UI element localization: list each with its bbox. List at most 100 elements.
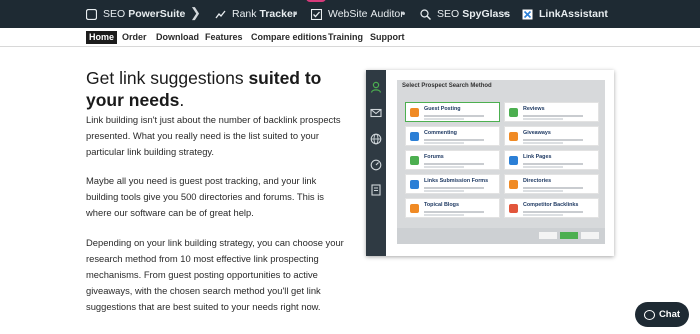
secondary-nav: Home Order Download Features Compare edi… [0, 28, 700, 47]
chat-bubble-icon [643, 309, 655, 320]
method-label: Reviews [523, 106, 545, 112]
method-description-line [523, 214, 563, 216]
product-prefix: Rank [232, 8, 257, 20]
product-prefix: SEO [103, 8, 126, 20]
topical-blogs-icon [410, 204, 419, 213]
product-name: Auditor [370, 8, 404, 20]
chevron-right-icon: ❯ [190, 5, 201, 20]
method-card[interactable]: Guest Posting [405, 102, 500, 122]
product-website-auditor[interactable]: WebSite Auditor [310, 0, 404, 28]
method-description-line [424, 118, 464, 120]
nav-features[interactable]: Features [202, 31, 246, 44]
reviews-icon [509, 108, 518, 117]
directories-icon [509, 180, 518, 189]
separator-dot [402, 12, 405, 15]
method-card[interactable]: Topical Blogs [405, 198, 500, 218]
next-button[interactable] [560, 232, 578, 239]
link-pages-icon [509, 156, 518, 165]
app-sidebar [366, 70, 386, 256]
method-card[interactable]: Commenting [405, 126, 500, 146]
product-link-assistant[interactable]: LinkAssistant [522, 0, 608, 28]
giveaways-icon [509, 132, 518, 141]
submission-forms-icon [410, 180, 419, 189]
method-description-line [523, 166, 563, 168]
headline-end: . [179, 90, 185, 110]
nav-support[interactable]: Support [367, 31, 408, 44]
method-description-line [523, 139, 583, 141]
method-description-line [424, 187, 484, 189]
nav-compare-editions[interactable]: Compare editions [248, 31, 330, 44]
method-label: Link Pages [523, 154, 552, 160]
nav-order[interactable]: Order [119, 31, 150, 44]
nav-home[interactable]: Home [86, 31, 118, 44]
method-description-line [523, 211, 583, 213]
method-label: Commenting [424, 130, 457, 136]
commenting-icon [410, 132, 419, 141]
nav-download[interactable]: Download [153, 31, 202, 44]
method-label: Guest Posting [424, 106, 461, 112]
method-description-line [424, 142, 464, 144]
method-description-line [523, 190, 563, 192]
product-name: LinkAssistant [539, 8, 608, 20]
method-description-line [424, 139, 484, 141]
method-description-line [523, 163, 583, 165]
powersuite-logo-icon [85, 8, 98, 20]
method-card[interactable]: Reviews [504, 102, 599, 122]
method-label: Topical Blogs [424, 202, 459, 208]
cancel-button[interactable] [581, 232, 599, 239]
headline-normal: Get link suggestions [86, 68, 249, 88]
method-label: Links Submission Forms [424, 178, 489, 184]
checkbox-icon [310, 8, 323, 20]
method-description-line [424, 211, 484, 213]
method-card[interactable]: Directories [504, 174, 599, 194]
product-name: Tracker [259, 8, 297, 20]
method-description-line [424, 214, 464, 216]
gauge-icon [370, 158, 382, 171]
separator-dot [294, 12, 297, 15]
method-description-line [424, 115, 484, 117]
method-label: Giveaways [523, 130, 551, 136]
page-headline: Get link suggestions suited to your need… [86, 67, 346, 111]
competitor-backlinks-icon [509, 204, 518, 213]
product-seo-powersuite[interactable]: SEO PowerSuite [85, 0, 186, 28]
intro-paragraph: Link building isn't just about the numbe… [86, 114, 341, 157]
method-label: Forums [424, 154, 444, 160]
chat-label: Chat [658, 309, 681, 320]
link-assistant-icon [522, 9, 533, 20]
method-card[interactable]: Link Pages [504, 150, 599, 170]
method-description-line [424, 190, 464, 192]
product-prefix: SEO [437, 8, 460, 20]
mail-icon [370, 106, 382, 118]
panel-title: Select Prospect Search Method [402, 83, 492, 89]
method-description-line [523, 115, 583, 117]
method-card[interactable]: Competitor Backlinks [504, 198, 599, 218]
tools-paragraph: Maybe all you need is guest post trackin… [86, 175, 324, 218]
magnifier-icon [420, 8, 431, 20]
forums-icon [410, 156, 419, 165]
app-screenshot: Select Prospect Search Method Guest Post… [366, 70, 614, 256]
method-card[interactable]: Forums [405, 150, 500, 170]
back-button[interactable] [539, 232, 557, 239]
method-description-line [523, 187, 583, 189]
method-card[interactable]: Giveaways [504, 126, 599, 146]
document-icon [370, 183, 382, 196]
product-seo-spyglass[interactable]: SEO SpyGlass [420, 0, 510, 28]
product-bar: SEO PowerSuite ❯ Rank Tracker WebSite Au… [0, 0, 700, 28]
separator-dot [504, 12, 507, 15]
method-label: Competitor Backlinks [523, 202, 579, 208]
product-rank-tracker[interactable]: Rank Tracker [215, 0, 297, 28]
chart-icon [215, 9, 226, 20]
user-icon [370, 80, 382, 93]
guest-posting-icon [410, 108, 419, 117]
method-description-line [523, 142, 563, 144]
methods-paragraph: Depending on your link building strategy… [86, 237, 344, 312]
nav-training[interactable]: Training [325, 31, 366, 44]
method-card[interactable]: Links Submission Forms [405, 174, 500, 194]
method-description-line [523, 118, 563, 120]
chat-button[interactable]: Chat [635, 302, 689, 327]
method-description-line [424, 166, 464, 168]
method-label: Directories [523, 178, 552, 184]
globe-icon [370, 132, 382, 145]
product-name: PowerSuite [128, 8, 186, 20]
method-description-line [424, 163, 484, 165]
